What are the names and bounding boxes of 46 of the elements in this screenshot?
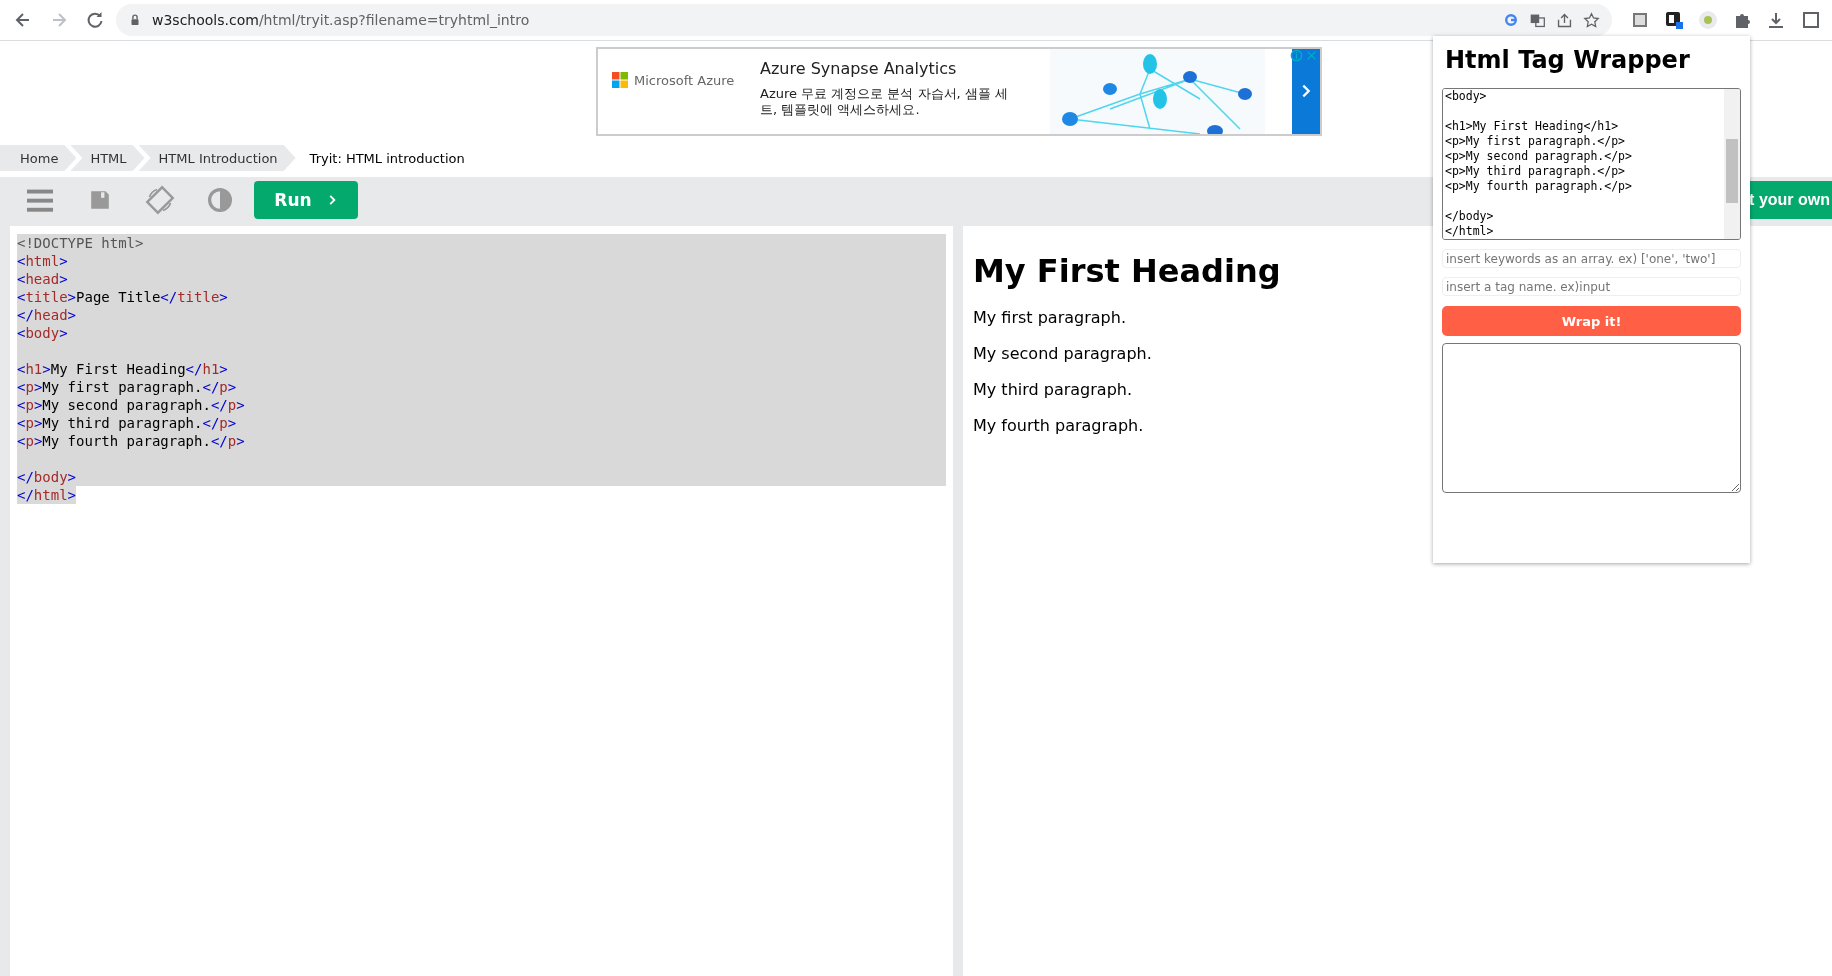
code-line: <head> [17, 270, 69, 288]
share-icon [1556, 11, 1573, 29]
contrast-icon [207, 186, 233, 213]
code-line: <h1>My First Heading</h1> [17, 360, 229, 378]
code-line: <p>My second paragraph.</p> [17, 396, 246, 414]
window-icon [1630, 10, 1650, 30]
code-line: <body> [17, 324, 69, 342]
ad-text: Azure 무료 계정으로 분석 자습서, 샘플 세트, 템플릿에 액세스하세요. [760, 85, 1009, 118]
star-icon [1583, 11, 1600, 29]
output-paragraph: My fourth paragraph. [973, 416, 1144, 435]
code-line: <p>My third paragraph.</p> [17, 414, 238, 432]
code-line: <p>My first paragraph.</p> [17, 378, 238, 396]
breadcrumb-link[interactable]: HTML Introduction [138, 145, 296, 171]
ad-banner[interactable]: Microsoft Azure Azure Synapse Analytics Azure 무료 계정으로 분석 자습서, 샘플 세트, 템플릿에 액세스하세요. [596, 46, 1322, 136]
code-line: <p>My fourth paragraph.</p> [17, 432, 246, 450]
breadcrumb-link[interactable]: Home [0, 145, 77, 171]
panel-icon [1800, 10, 1820, 30]
code-line: </head> [17, 306, 77, 324]
reload-icon [85, 10, 105, 30]
ad-next-button[interactable] [1292, 48, 1320, 134]
output-heading: My First Heading [973, 252, 1281, 290]
dot-icon [1698, 10, 1718, 30]
tag-box-icon [1664, 10, 1684, 30]
rotate-icon [145, 184, 175, 215]
popup-title: Html Tag Wrapper [1445, 46, 1691, 74]
code-line: </body> [17, 468, 77, 486]
source-textarea[interactable]: <body> <h1>My First Heading</h1> <p>My first paragraph.</p> <p>My second paragraph.</p> <p>My third paragraph.</p> <p>My fourth paragraph.</p> </body> </html> [1442, 88, 1741, 240]
microsoft-logo-icon [612, 72, 628, 88]
tag-name-field[interactable]: insert a tag name. ex)input [1442, 277, 1741, 296]
result-textarea[interactable] [1442, 343, 1741, 493]
keywords-field[interactable]: insert keywords as an array. ex) ['one', 'two'] [1442, 249, 1741, 268]
code-line: <html> [17, 252, 69, 270]
output-paragraph: My second paragraph. [973, 344, 1152, 363]
ad-title: Azure Synapse Analytics [760, 58, 958, 78]
g-logo-icon [1503, 12, 1519, 28]
info-icon [1290, 48, 1303, 62]
save-icon [89, 188, 111, 211]
download-icon [1766, 10, 1786, 30]
code-line: <!DOCTYPE html> [17, 234, 145, 252]
breadcrumb-link[interactable]: HTML [70, 145, 145, 171]
address-bar[interactable]: w3schools.com/html/tryit.asp?filename=tryhtml_intro [116, 4, 1612, 36]
ad-brand: Microsoft Azure [634, 72, 735, 88]
output-paragraph: My first paragraph. [973, 308, 1126, 327]
output-paragraph: My third paragraph. [973, 380, 1133, 399]
code-line: <title>Page Title</title> [17, 288, 229, 306]
url-text: w3schools.com/html/tryit.asp?filename=tryhtml_intro [152, 12, 531, 28]
